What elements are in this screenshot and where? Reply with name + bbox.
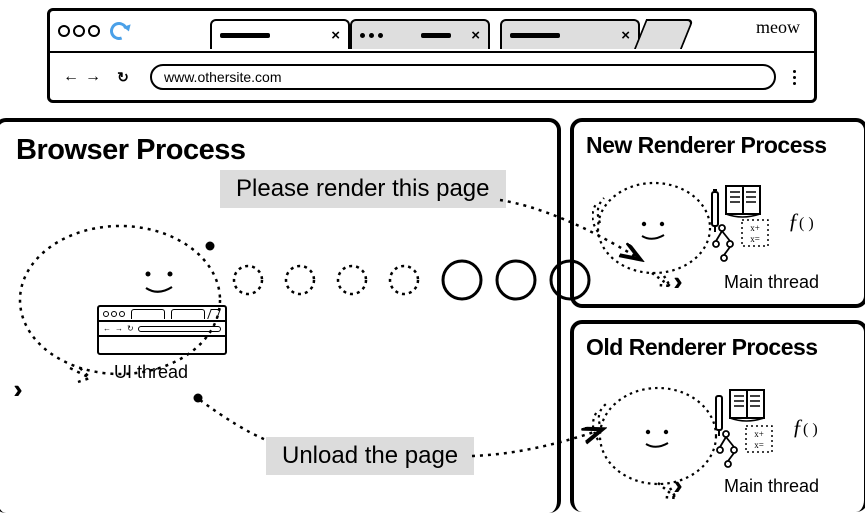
back-icon[interactable]: ← bbox=[60, 68, 82, 86]
menu-icon[interactable] bbox=[784, 70, 804, 85]
browser-window: × × × meow ← → ↻ www.othersite.com bbox=[47, 8, 817, 103]
browser-toolbar: ← → ↻ www.othersite.com bbox=[50, 53, 814, 101]
browser-tab[interactable]: × bbox=[500, 19, 640, 49]
svg-text:( ): ( ) bbox=[803, 421, 818, 438]
svg-text:x=: x= bbox=[754, 440, 764, 450]
loading-spinner-icon bbox=[107, 19, 131, 43]
svg-text:( ): ( ) bbox=[799, 215, 814, 232]
message-unload: Unload the page bbox=[266, 437, 474, 475]
close-icon[interactable]: × bbox=[621, 27, 630, 44]
svg-text:x+: x+ bbox=[750, 223, 760, 233]
url-bar[interactable]: www.othersite.com bbox=[150, 64, 776, 90]
panel-title: Old Renderer Process bbox=[574, 324, 864, 371]
browser-tab[interactable]: × bbox=[350, 19, 490, 49]
mini-browser-icon: ←→↻ bbox=[97, 305, 227, 355]
thread-label: Main thread bbox=[724, 476, 819, 497]
reload-icon[interactable]: ↻ bbox=[112, 69, 134, 86]
message-render: Please render this page bbox=[220, 170, 506, 208]
svg-text:x+: x+ bbox=[754, 429, 764, 439]
forward-icon[interactable]: → bbox=[82, 68, 104, 86]
svg-text:x=: x= bbox=[750, 234, 760, 244]
svg-text:ƒ: ƒ bbox=[792, 414, 803, 439]
thread-label: UI thread bbox=[114, 362, 188, 383]
thread-label: Main thread bbox=[724, 272, 819, 293]
close-icon[interactable]: × bbox=[471, 27, 480, 44]
browser-tab[interactable]: × bbox=[210, 19, 350, 49]
traffic-lights-icon bbox=[50, 25, 100, 37]
window-title: meow bbox=[756, 17, 800, 38]
url-text: www.othersite.com bbox=[164, 69, 281, 85]
browser-tab-overflow[interactable] bbox=[634, 19, 694, 49]
panel-title: New Renderer Process bbox=[574, 122, 864, 169]
svg-text:ƒ: ƒ bbox=[788, 208, 799, 233]
new-renderer-panel: New Renderer Process bbox=[570, 118, 865, 308]
close-icon[interactable]: × bbox=[331, 27, 340, 44]
old-renderer-panel: Old Renderer Process bbox=[570, 320, 865, 512]
browser-titlebar: × × × meow bbox=[50, 11, 814, 53]
